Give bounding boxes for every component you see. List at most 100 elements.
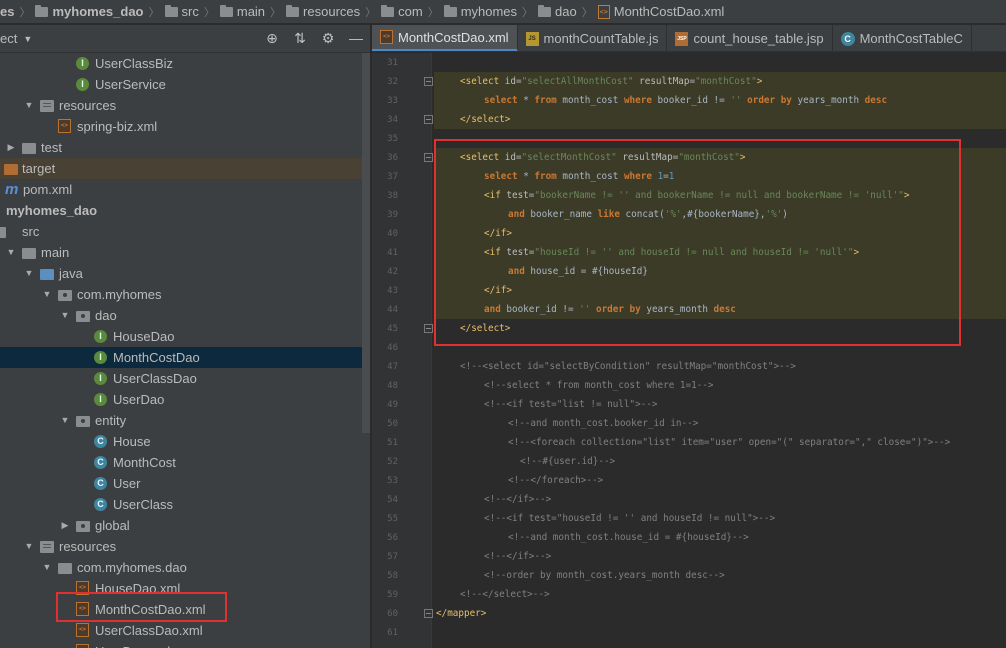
fold-toggle-icon[interactable] [424,153,433,162]
tree-item[interactable]: I UserClassDao [0,368,362,389]
breadcrumb-label: main [236,4,266,19]
scroll-from-source-icon[interactable]: ⊕ [263,29,281,47]
editor-tab[interactable]: C MonthCostTableC [833,25,972,51]
code-line[interactable]: <!--<if test="list != null">--> [484,395,658,414]
tree-item-label: global [95,518,130,533]
hide-panel-icon[interactable]: — [347,29,365,47]
tree-item-label: resources [59,539,117,554]
code-line[interactable]: <!--</foreach>--> [508,471,603,490]
editor-tab[interactable]: JS monthCountTable.js [518,25,668,51]
line-number: 46 [387,343,398,353]
expand-arrow-icon[interactable]: ▼ [24,263,34,284]
fold-toggle-icon[interactable] [424,77,433,86]
collapse-arrow-icon[interactable]: ▶ [6,137,16,158]
expand-arrow-icon[interactable]: ▼ [42,284,52,305]
tree-item[interactable]: I MonthCostDao [0,347,362,368]
jsp-file-icon: JSP [675,31,689,46]
code-line[interactable]: <!--#{user.id}--> [520,452,615,471]
expand-arrow-icon[interactable]: ▼ [60,305,70,326]
breadcrumb-separator: 〉 [148,6,160,19]
package-icon [76,521,90,532]
tree-item[interactable]: I UserService [0,74,362,95]
code-line[interactable]: select * from month_cost where booker_id… [484,91,887,110]
breadcrumb-item[interactable]: myhomes_dao [35,4,144,19]
xml-file-icon: <> [597,4,610,19]
code-line[interactable]: <!--</select>--> [460,585,550,604]
expand-arrow-icon[interactable]: ▼ [24,95,34,116]
collapse-all-icon[interactable]: ⇅ [291,29,309,47]
tree-item[interactable]: I HouseDao [0,326,362,347]
tree-item[interactable]: src [0,221,362,242]
tree-item[interactable]: <> UserDao.xml [0,641,362,648]
fold-toggle-icon[interactable] [424,609,433,618]
tree-item[interactable]: ▼ dao [0,305,362,326]
project-scrollbar[interactable] [362,53,370,433]
tree-item[interactable]: I UserDao [0,389,362,410]
tree-item[interactable]: ▼ resources [0,95,362,116]
code-line[interactable]: <!--and month_cost.booker_id in--> [508,414,698,433]
code-line[interactable]: </mapper> [436,604,486,623]
breadcrumb-item[interactable]: com [381,4,423,19]
dropdown-arrow-icon[interactable]: ▼ [23,34,32,44]
tree-item[interactable]: ▼ main [0,242,362,263]
tree-item[interactable]: ▼ java [0,263,362,284]
resources-folder-icon [40,541,54,553]
gear-icon[interactable]: ⚙ [319,29,337,47]
code-line[interactable]: <!--<if test="houseId != '' and houseId … [484,509,775,528]
tree-item[interactable]: target [0,158,362,179]
project-view-selector[interactable]: ect [0,31,17,46]
expand-arrow-icon[interactable]: ▼ [42,557,52,578]
code-line[interactable]: <!--<select id="selectByCondition" resul… [460,357,796,376]
tree-item[interactable]: C UserClass [0,494,362,515]
code-line[interactable]: <!--<foreach collection="list" item="use… [508,433,950,452]
code-line[interactable]: <select id="selectAllMonthCost" resultMa… [460,72,762,91]
tree-item[interactable]: m pom.xml [0,179,362,200]
editor-tab[interactable]: <> MonthCostDao.xml [372,25,518,51]
code-line[interactable]: <!--</if>--> [484,490,551,509]
fold-toggle-icon[interactable] [424,324,433,333]
xml-file-icon: <> [76,644,89,648]
tree-item[interactable]: <> UserClassDao.xml [0,620,362,641]
code-line[interactable]: </select> [460,110,510,129]
tree-item[interactable]: ▶ test [0,137,362,158]
code-line[interactable]: <!--select * from month_cost where 1=1--… [484,376,714,395]
breadcrumb-item[interactable]: src [164,4,199,19]
breadcrumb-item[interactable]: dao [538,4,577,19]
tree-item[interactable]: <> spring-biz.xml [0,116,362,137]
tree-item[interactable]: C House [0,431,362,452]
tree-item[interactable]: I UserClassBiz [0,53,362,74]
breadcrumb-item[interactable]: myhomes [443,4,517,19]
editor-tabs: <> MonthCostDao.xml JS monthCountTable.js JS… [372,25,1006,52]
line-number: 51 [387,438,398,448]
collapse-arrow-icon[interactable]: ▶ [60,515,70,536]
fold-toggle-icon[interactable] [424,115,433,124]
line-number: 61 [387,628,398,638]
breadcrumb-item[interactable]: <> MonthCostDao.xml [597,4,724,19]
expand-arrow-icon[interactable]: ▼ [6,242,16,263]
tree-item-label: UserClassDao [113,371,197,386]
line-number: 58 [387,571,398,581]
tree-item[interactable]: ▼ resources [0,536,362,557]
code-line[interactable]: <!--order by month_cost.years_month desc… [484,566,725,585]
tree-item[interactable]: myhomes_dao [0,200,362,221]
interface-icon: I [94,393,107,406]
tree-item[interactable]: C User [0,473,362,494]
code-token: desc [864,95,888,106]
tree-item-label: UserService [95,77,166,92]
tree-item[interactable]: C MonthCost [0,452,362,473]
line-number: 37 [387,172,398,182]
code-line[interactable]: <!--and month_cost.house_id = #{houseId}… [508,528,749,547]
tree-item[interactable]: ▶ global [0,515,362,536]
expand-arrow-icon[interactable]: ▼ [60,410,70,431]
tree-item-label: UserClass [113,497,173,512]
tree-item[interactable]: ▼ com.myhomes.dao [0,557,362,578]
breadcrumb-item[interactable]: main [219,4,266,19]
breadcrumb-item[interactable]: es [0,4,14,19]
editor-tab[interactable]: JSP count_house_table.jsp [667,25,833,51]
code-line[interactable]: <!--</if>--> [484,547,551,566]
tree-item[interactable]: ▼ entity [0,410,362,431]
code-editor[interactable]: 31 32 33 34 35 36 37 38 39 40 41 42 43 44 45 46 47 48 49 50… [372,53,1006,648]
expand-arrow-icon[interactable]: ▼ [24,536,34,557]
breadcrumb-item[interactable]: resources [286,4,360,19]
tree-item[interactable]: ▼ com.myhomes [0,284,362,305]
